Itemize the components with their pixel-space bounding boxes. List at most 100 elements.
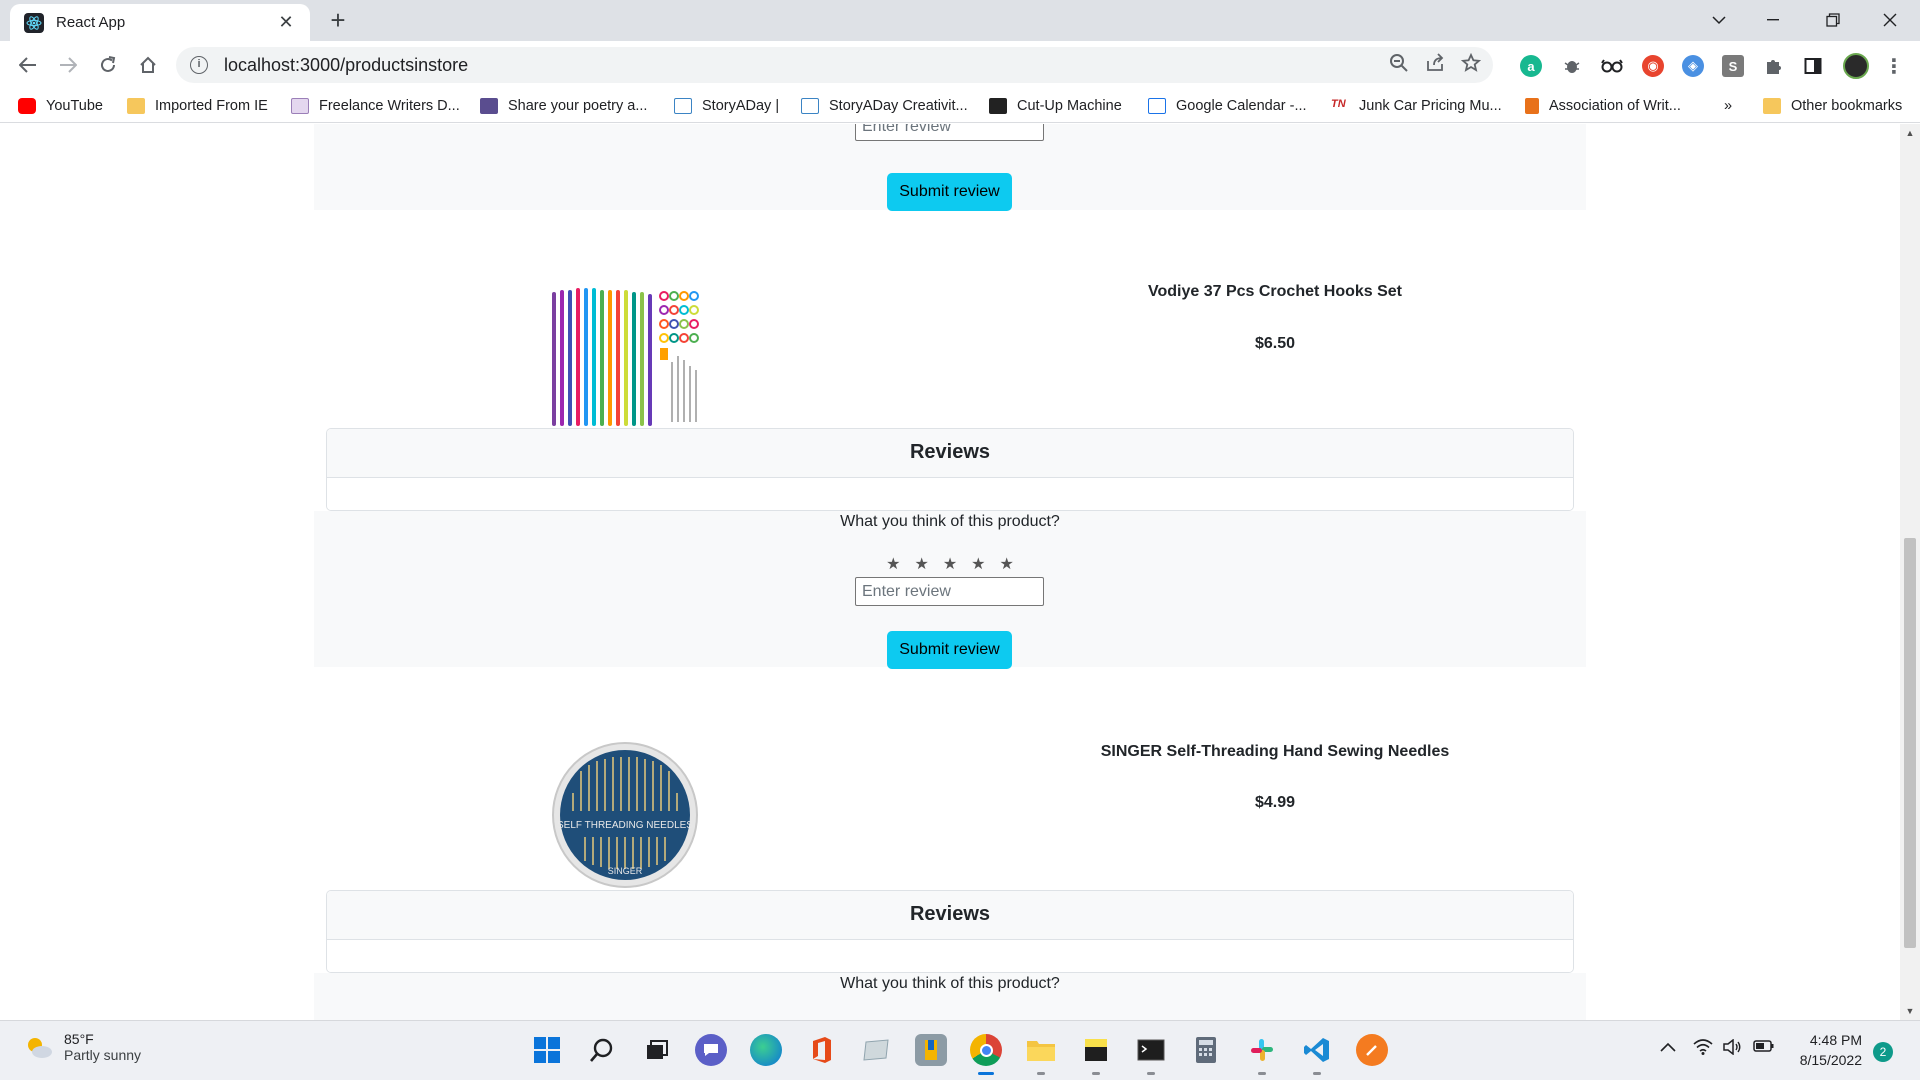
running-indicator <box>1313 1072 1321 1075</box>
notification-badge[interactable]: 2 <box>1873 1042 1893 1062</box>
bookmark-google-calendar[interactable]: Google Calendar -... <box>1148 96 1307 116</box>
scroll-up-icon[interactable]: ▲ <box>1905 128 1915 138</box>
bug-extension-icon[interactable] <box>1561 55 1583 77</box>
review-input[interactable]: Enter review <box>855 124 1044 141</box>
windows-taskbar: 85°F Partly sunny 4:48 PM 8/15/2022 2 <box>0 1020 1920 1080</box>
star-rating[interactable]: ★★★★★ <box>314 554 1586 574</box>
site-info-icon[interactable]: i <box>190 56 208 74</box>
bookmark-label: StoryADay Creativit... <box>829 98 968 114</box>
photos-app-icon[interactable] <box>860 1034 892 1066</box>
extensions-puzzle-icon[interactable] <box>1762 55 1784 77</box>
submit-review-button[interactable]: Submit review <box>887 173 1012 211</box>
browser-toolbar: i localhost:3000/productsinstore a ◉ ◈ S… <box>0 41 1920 88</box>
menu-kebab-icon[interactable]: ⋮ <box>1883 55 1905 78</box>
address-bar[interactable]: i localhost:3000/productsinstore <box>176 47 1493 83</box>
bookmark-cut-up-machine[interactable]: Cut-Up Machine <box>989 96 1122 116</box>
home-icon[interactable] <box>132 49 164 81</box>
bookmark-storyaday[interactable]: StoryADay | <box>674 96 779 116</box>
page-scrollbar[interactable]: ▲ ▼ <box>1900 124 1920 1020</box>
bookmark-share-poetry[interactable]: Share your poetry a... <box>480 96 647 116</box>
bookmarks-overflow-button[interactable]: » <box>1724 96 1732 116</box>
bookmark-label: Other bookmarks <box>1791 98 1903 114</box>
product-image-sewing-needles: SELF THREADING NEEDLES SINGER <box>551 741 699 889</box>
cutup-icon <box>989 98 1007 114</box>
bookmark-label: Cut-Up Machine <box>1017 98 1122 114</box>
bookmark-label: YouTube <box>46 98 103 114</box>
teams-chat-icon[interactable] <box>695 1034 727 1066</box>
medal-app-icon[interactable] <box>915 1034 947 1066</box>
task-view-icon[interactable] <box>641 1034 673 1066</box>
tab-react-app[interactable]: React App ✕ <box>10 4 310 41</box>
clock-time: 4:48 PM <box>1809 1032 1862 1048</box>
share-icon[interactable] <box>1425 53 1445 78</box>
side-panel-icon[interactable] <box>1802 55 1824 77</box>
forward-arrow-icon[interactable] <box>52 49 84 81</box>
running-indicator <box>1037 1072 1045 1075</box>
review-prompt: What you think of this product? <box>840 513 1060 530</box>
windows-start-icon[interactable] <box>531 1034 563 1066</box>
running-indicator <box>1147 1072 1155 1075</box>
package-label: SELF THREADING NEEDLES <box>557 820 693 831</box>
calculator-icon[interactable] <box>1190 1034 1222 1066</box>
bookmark-label: Share your poetry a... <box>508 98 648 114</box>
tab-search-icon[interactable] <box>1699 4 1739 36</box>
bookmark-association-of-writers[interactable]: Association of Writ... <box>1525 96 1681 116</box>
scroll-down-icon[interactable]: ▼ <box>1905 1006 1915 1016</box>
bookmark-star-icon[interactable] <box>1460 52 1482 78</box>
new-tab-button[interactable]: + <box>324 7 352 35</box>
restore-button[interactable] <box>1813 4 1853 36</box>
system-clock[interactable]: 4:48 PM 8/15/2022 <box>1790 1030 1862 1070</box>
volume-icon[interactable] <box>1722 1038 1742 1059</box>
other-bookmarks-folder[interactable]: Other bookmarks <box>1763 96 1902 116</box>
close-window-button[interactable] <box>1870 4 1910 36</box>
glasses-extension-icon[interactable] <box>1601 55 1623 77</box>
weather-widget[interactable]: 85°F Partly sunny <box>24 1031 141 1063</box>
chrome-icon[interactable] <box>970 1034 1002 1066</box>
close-tab-icon[interactable]: ✕ <box>276 12 296 33</box>
url-text: localhost:3000/productsinstore <box>224 54 469 75</box>
submit-review-button[interactable]: Submit review <box>887 631 1012 669</box>
tab-title: React App <box>56 14 126 31</box>
bookmark-youtube[interactable]: YouTube <box>18 96 103 116</box>
show-hidden-icons-chevron-icon[interactable] <box>1660 1039 1676 1056</box>
page-viewport: Enter review Submit review Vodiye 37 Pcs… <box>0 124 1900 1020</box>
youtube-icon <box>18 98 36 114</box>
review-input[interactable]: Enter review <box>855 577 1044 606</box>
bookmark-storyaday-creativity[interactable]: StoryADay Creativit... <box>801 96 968 116</box>
battery-icon[interactable] <box>1753 1039 1775 1057</box>
sticky-notes-icon[interactable] <box>1080 1034 1112 1066</box>
owl-extension-icon[interactable]: ◉ <box>1642 55 1664 77</box>
running-indicator <box>1092 1072 1100 1075</box>
bookmark-doc-icon <box>1525 98 1539 114</box>
reviews-title: Reviews <box>327 429 1573 478</box>
bookmark-junk-car-pricing[interactable]: TN Junk Car Pricing Mu... <box>1331 96 1502 116</box>
zoom-icon[interactable] <box>1389 53 1409 78</box>
reviews-card: Reviews <box>326 428 1574 511</box>
product-price: $6.50 <box>1254 335 1296 352</box>
bookmark-label: Association of Writ... <box>1549 98 1681 114</box>
bookmark-label: Imported From IE <box>155 98 268 114</box>
minimize-button[interactable] <box>1753 4 1793 36</box>
edge-browser-icon[interactable] <box>750 1034 782 1066</box>
bookmark-freelance-writers[interactable]: Freelance Writers D... <box>291 96 460 116</box>
terminal-icon[interactable] <box>1135 1034 1167 1066</box>
bookmark-label: Junk Car Pricing Mu... <box>1359 98 1502 114</box>
diamond-extension-icon[interactable]: ◈ <box>1682 55 1704 77</box>
wifi-icon[interactable] <box>1693 1039 1713 1059</box>
vscode-icon[interactable] <box>1301 1034 1333 1066</box>
file-explorer-icon[interactable] <box>1025 1034 1057 1066</box>
grammarly-extension-icon[interactable]: a <box>1520 55 1542 77</box>
scroll-thumb[interactable] <box>1904 538 1916 948</box>
postman-icon[interactable] <box>1356 1034 1388 1066</box>
tab-strip: React App ✕ + <box>0 0 1920 41</box>
search-icon[interactable] <box>586 1034 618 1066</box>
profile-avatar[interactable] <box>1843 53 1869 79</box>
slack-icon[interactable] <box>1246 1034 1278 1066</box>
tn-icon: TN <box>1331 98 1346 110</box>
s-extension-icon[interactable]: S <box>1722 55 1744 77</box>
reload-icon[interactable] <box>92 49 124 81</box>
back-arrow-icon[interactable] <box>12 49 44 81</box>
office-icon[interactable] <box>806 1034 838 1066</box>
bookmark-imported-from-ie[interactable]: Imported From IE <box>127 96 268 116</box>
weather-temperature: 85°F <box>64 1031 94 1047</box>
